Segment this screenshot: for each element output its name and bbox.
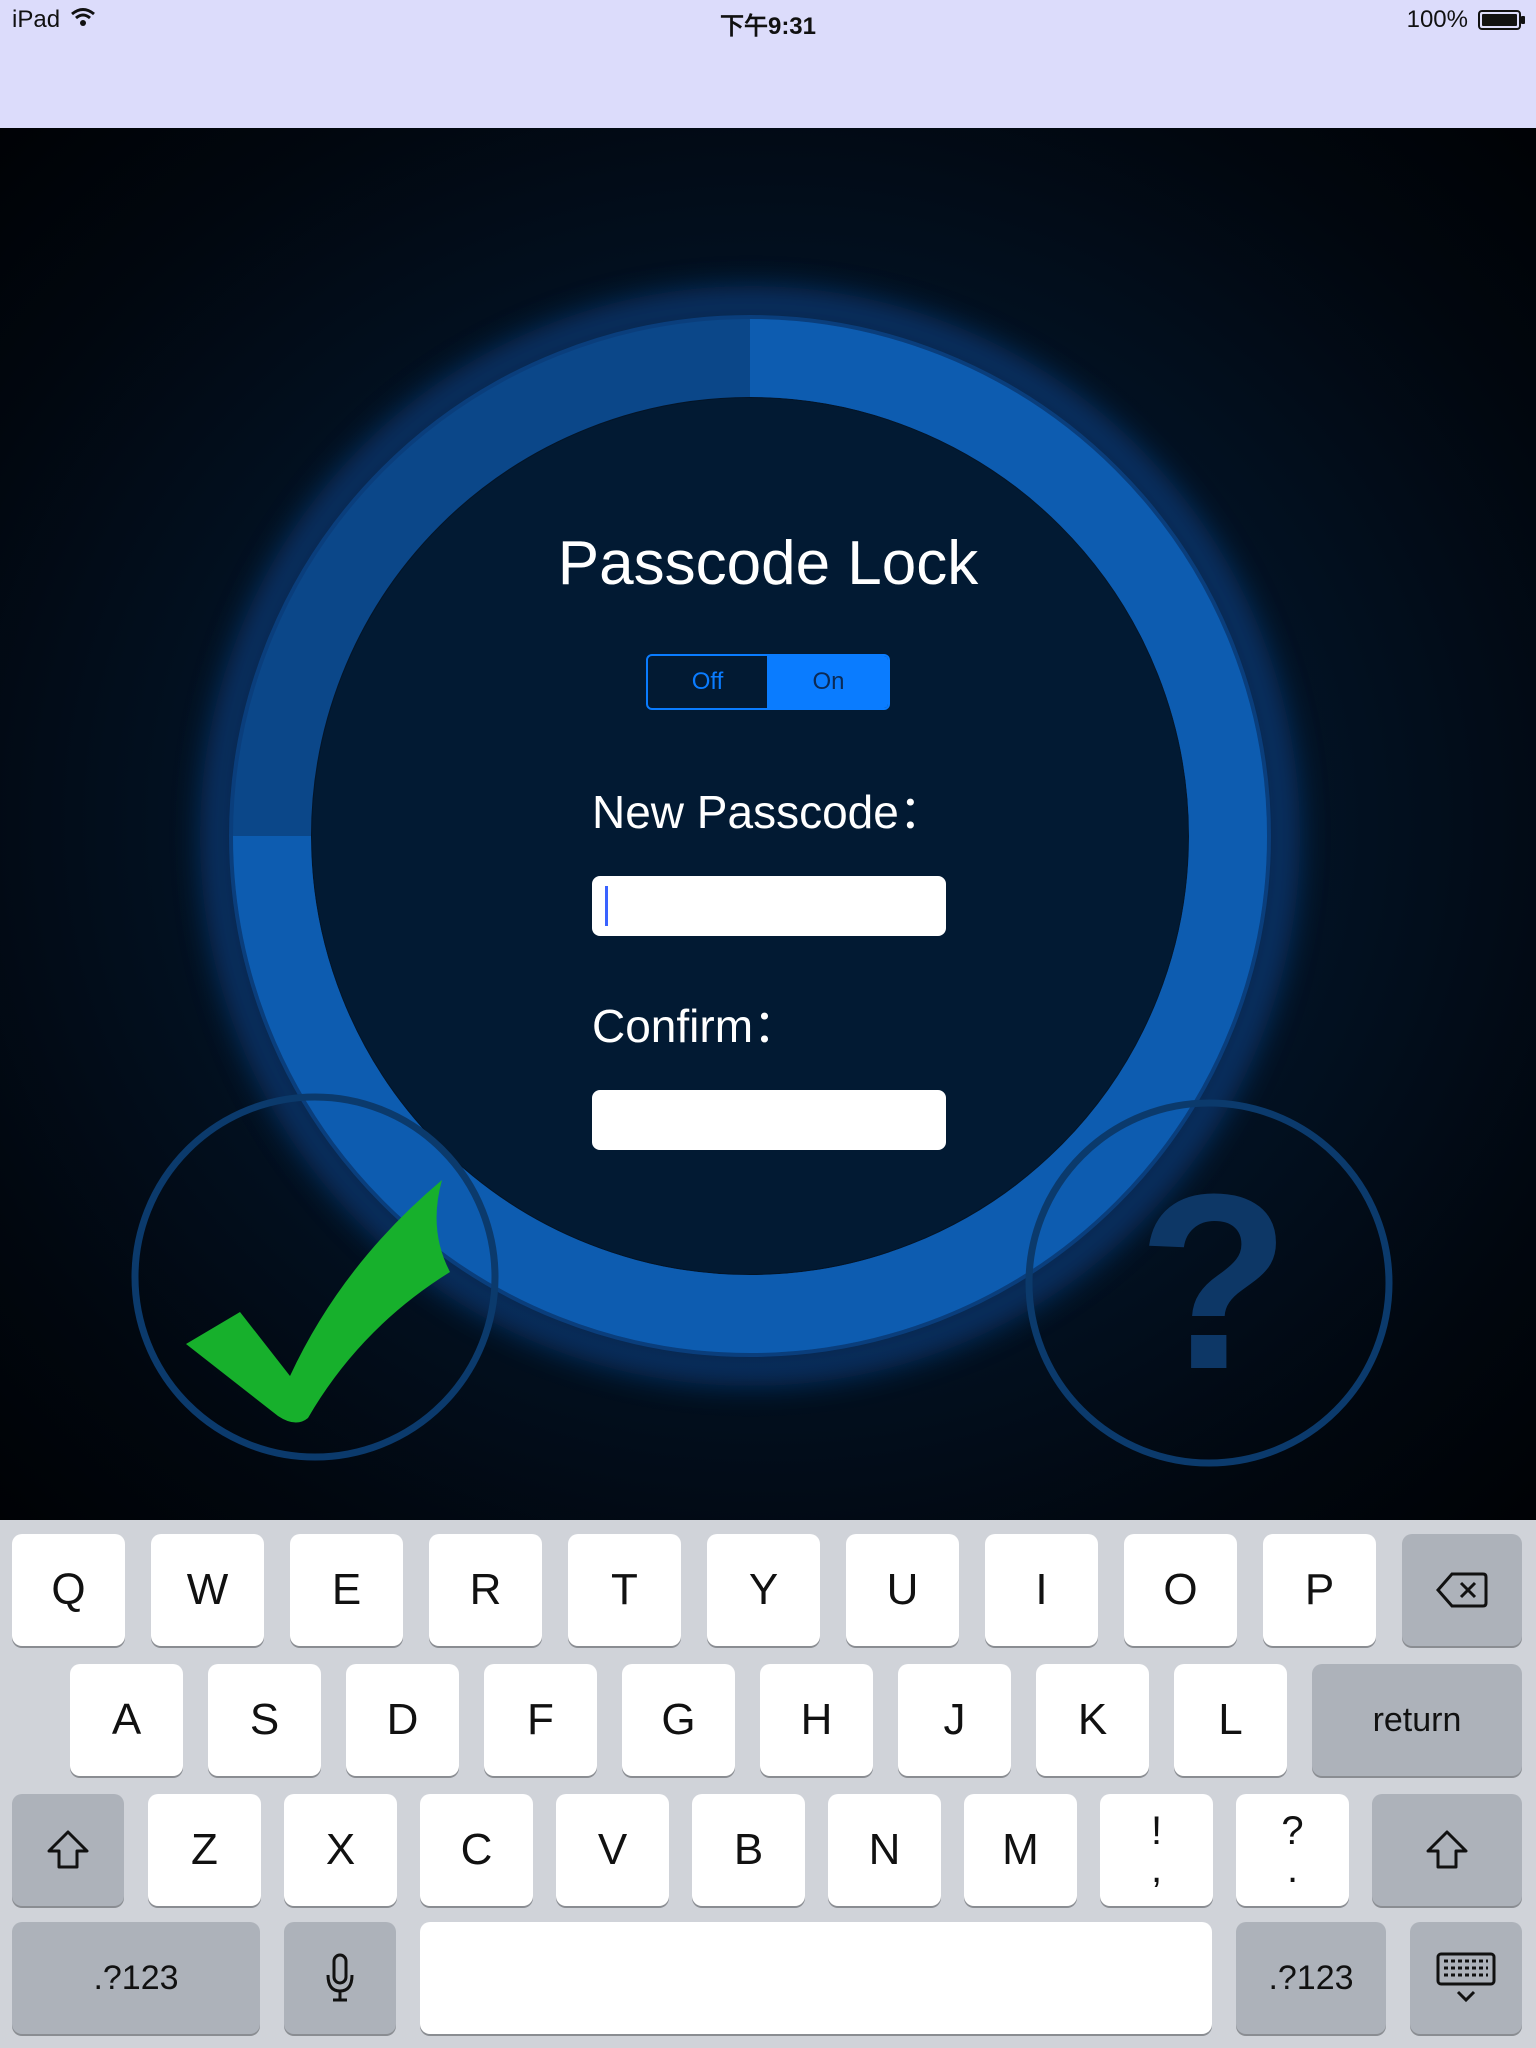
key-n[interactable]: N xyxy=(828,1794,941,1906)
key-j[interactable]: J xyxy=(898,1664,1011,1776)
help-icon: ? xyxy=(1025,1099,1393,1467)
key-v[interactable]: V xyxy=(556,1794,669,1906)
key-exclaim: ! xyxy=(1150,1809,1163,1853)
space-key[interactable] xyxy=(420,1922,1212,2034)
new-passcode-input[interactable] xyxy=(592,876,946,936)
key-d[interactable]: D xyxy=(346,1664,459,1776)
key-a[interactable]: A xyxy=(70,1664,183,1776)
key-question-period[interactable]: ? . xyxy=(1236,1794,1349,1906)
numbers-key-right[interactable]: .?123 xyxy=(1236,1922,1386,2034)
key-k[interactable]: K xyxy=(1036,1664,1149,1776)
key-question: ? xyxy=(1281,1809,1304,1853)
key-period: . xyxy=(1286,1847,1299,1891)
key-i[interactable]: I xyxy=(985,1534,1098,1646)
key-exclaim-comma[interactable]: ! , xyxy=(1100,1794,1213,1906)
battery-icon xyxy=(1478,10,1525,30)
key-m[interactable]: M xyxy=(964,1794,1077,1906)
return-key[interactable]: return xyxy=(1312,1664,1522,1776)
confirm-label: Confirm： xyxy=(592,1000,800,1052)
key-f[interactable]: F xyxy=(484,1664,597,1776)
numbers-key-left[interactable]: .?123 xyxy=(12,1922,260,2034)
key-r[interactable]: R xyxy=(429,1534,542,1646)
key-g[interactable]: G xyxy=(622,1664,735,1776)
new-passcode-label: New Passcode： xyxy=(592,786,945,838)
key-y[interactable]: Y xyxy=(707,1534,820,1646)
microphone-icon xyxy=(326,1953,354,2002)
battery-percent: 100% xyxy=(1406,6,1468,33)
dictation-key[interactable] xyxy=(284,1922,396,2034)
shift-icon xyxy=(1426,1830,1468,1869)
key-o[interactable]: O xyxy=(1124,1534,1237,1646)
keyboard: Q W E R T Y U I O P A S D F G H J K L re… xyxy=(0,1520,1536,2048)
key-p[interactable]: P xyxy=(1263,1534,1376,1646)
key-t[interactable]: T xyxy=(568,1534,681,1646)
key-h[interactable]: H xyxy=(760,1664,873,1776)
key-comma: , xyxy=(1150,1847,1163,1891)
backspace-icon xyxy=(1436,1572,1488,1608)
key-s[interactable]: S xyxy=(208,1664,321,1776)
clock: 下午9:31 xyxy=(719,13,817,40)
shift-key-left[interactable] xyxy=(12,1794,124,1906)
key-w[interactable]: W xyxy=(151,1534,264,1646)
key-z[interactable]: Z xyxy=(148,1794,261,1906)
hide-keyboard-icon xyxy=(1436,1952,1496,2003)
text-cursor xyxy=(605,886,608,926)
shift-key-right[interactable] xyxy=(1372,1794,1522,1906)
key-q[interactable]: Q xyxy=(12,1534,125,1646)
key-b[interactable]: B xyxy=(692,1794,805,1906)
checkmark-icon xyxy=(131,1093,499,1461)
page-title: Passcode Lock xyxy=(557,529,979,598)
key-e[interactable]: E xyxy=(290,1534,403,1646)
hide-keyboard-key[interactable] xyxy=(1410,1922,1522,2034)
key-c[interactable]: C xyxy=(420,1794,533,1906)
passcode-screen: Passcode Lock Off On New Passcode： Confi… xyxy=(0,128,1536,1520)
help-symbol: ? xyxy=(1138,1142,1291,1421)
confirm-passcode-input[interactable] xyxy=(592,1090,946,1150)
delete-key[interactable] xyxy=(1402,1534,1522,1646)
passcode-toggle[interactable]: Off On xyxy=(646,654,890,710)
shift-icon xyxy=(47,1830,89,1869)
confirm-button[interactable] xyxy=(128,1090,502,1464)
help-button[interactable]: ? xyxy=(1022,1096,1396,1470)
status-bar: iPad 下午9:31 100% xyxy=(0,0,1536,128)
toggle-off[interactable]: Off xyxy=(648,656,769,708)
toggle-on[interactable]: On xyxy=(769,656,888,708)
key-l[interactable]: L xyxy=(1174,1664,1287,1776)
key-u[interactable]: U xyxy=(846,1534,959,1646)
key-x[interactable]: X xyxy=(284,1794,397,1906)
